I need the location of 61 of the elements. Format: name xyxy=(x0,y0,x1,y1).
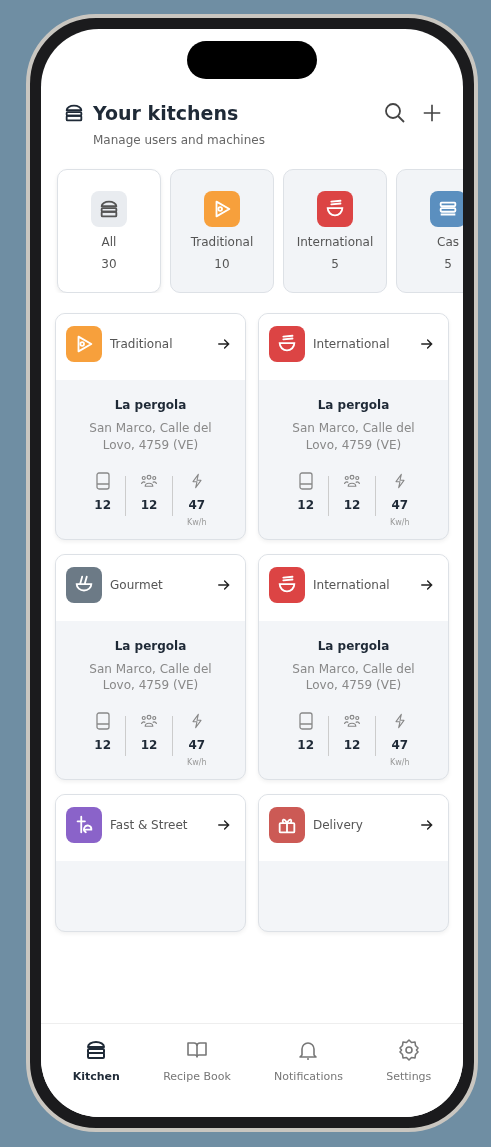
arrow-right-icon[interactable] xyxy=(217,337,231,351)
arrow-right-icon[interactable] xyxy=(420,818,434,833)
energy-value: 47 xyxy=(188,497,206,512)
arrow-right-icon[interactable] xyxy=(420,577,434,592)
energy-unit: Kw/h xyxy=(187,758,207,768)
energy-unit: Kw/h xyxy=(390,517,410,527)
kitchen-address: San Marco, Calle del Lovo, 4759 (VE) xyxy=(291,660,416,695)
nav-tab[interactable]: Notifications xyxy=(274,1038,343,1083)
kitchen-address: San Marco, Calle del Lovo, 4759 (VE) xyxy=(88,660,213,695)
kitchen-name: La pergola xyxy=(114,398,187,412)
category-label: Gourmet xyxy=(110,577,164,592)
nav-tab[interactable]: Settings xyxy=(386,1038,432,1083)
nav-tab[interactable]: Recipe Book xyxy=(163,1038,231,1083)
tablet-icon xyxy=(297,712,314,731)
category-label: International xyxy=(313,337,391,351)
arrow-right-icon[interactable] xyxy=(217,818,231,833)
kitchen-name: La pergola xyxy=(317,638,390,653)
kitchen-address: San Marco, Calle del Lovo, 4759 (VE) xyxy=(291,420,416,454)
tablet-icon xyxy=(94,471,111,490)
energy-value: 47 xyxy=(188,738,206,753)
page-subtitle: Manage users and machines xyxy=(92,133,266,147)
kitchen-name: La pergola xyxy=(114,638,187,653)
kitchen-name: La pergola xyxy=(317,398,390,412)
kitchen-card[interactable]: International La pergola San Marco, Calle del Lovo, 4759 (VE) 12 12 47 Kw/h xyxy=(258,553,449,781)
nav-tab[interactable]: Kitchen xyxy=(72,1038,120,1083)
user-count: 12 xyxy=(343,738,361,753)
category-tile[interactable]: Traditional 10 xyxy=(170,169,274,293)
machine-count: 12 xyxy=(297,497,315,512)
category-label: Fast & Street xyxy=(110,818,189,833)
category-tile[interactable]: All 30 xyxy=(57,169,161,293)
kitchen-card[interactable]: Traditional La pergola San Marco, Calle del Lovo, 4759 (VE) 12 12 47 Kw/h xyxy=(55,313,246,540)
page-title: Your kitchens xyxy=(93,102,240,124)
user-count: 12 xyxy=(343,497,361,512)
energy-unit: Kw/h xyxy=(390,758,410,768)
category-label: Traditional xyxy=(110,337,174,351)
category-tile[interactable]: International 5 xyxy=(283,169,387,293)
settings-icon xyxy=(396,1038,421,1062)
kitchen-card[interactable]: Delivery xyxy=(258,794,449,933)
energy-unit: Kw/h xyxy=(187,517,207,527)
category-label: International xyxy=(313,577,391,592)
arrow-right-icon[interactable] xyxy=(420,337,434,351)
energy-value: 47 xyxy=(391,738,409,753)
user-count: 12 xyxy=(140,497,158,512)
category-label: Delivery xyxy=(313,818,364,833)
machine-count: 12 xyxy=(94,738,112,753)
add-icon[interactable] xyxy=(421,102,443,124)
arrow-right-icon[interactable] xyxy=(217,577,231,592)
user-count: 12 xyxy=(140,738,158,753)
energy-value: 47 xyxy=(391,497,409,512)
kitchen-address: San Marco, Calle del Lovo, 4759 (VE) xyxy=(88,420,213,454)
kitchen-card[interactable]: Fast & Street xyxy=(55,794,246,933)
kitchen-card[interactable]: International La pergola San Marco, Calle del Lovo, 4759 (VE) 12 12 47 Kw/h xyxy=(258,313,449,540)
tablet-icon xyxy=(297,471,314,490)
store-icon xyxy=(63,102,85,124)
search-icon[interactable] xyxy=(383,101,407,125)
machine-count: 12 xyxy=(297,738,315,753)
tablet-icon xyxy=(94,712,111,731)
store-icon xyxy=(98,198,120,220)
kitchen-card[interactable]: Gourmet La pergola San Marco, Calle del Lovo, 4759 (VE) 12 12 47 Kw/h xyxy=(55,553,246,781)
machine-count: 12 xyxy=(94,497,112,512)
category-tile[interactable]: Cas 5 xyxy=(396,169,463,293)
